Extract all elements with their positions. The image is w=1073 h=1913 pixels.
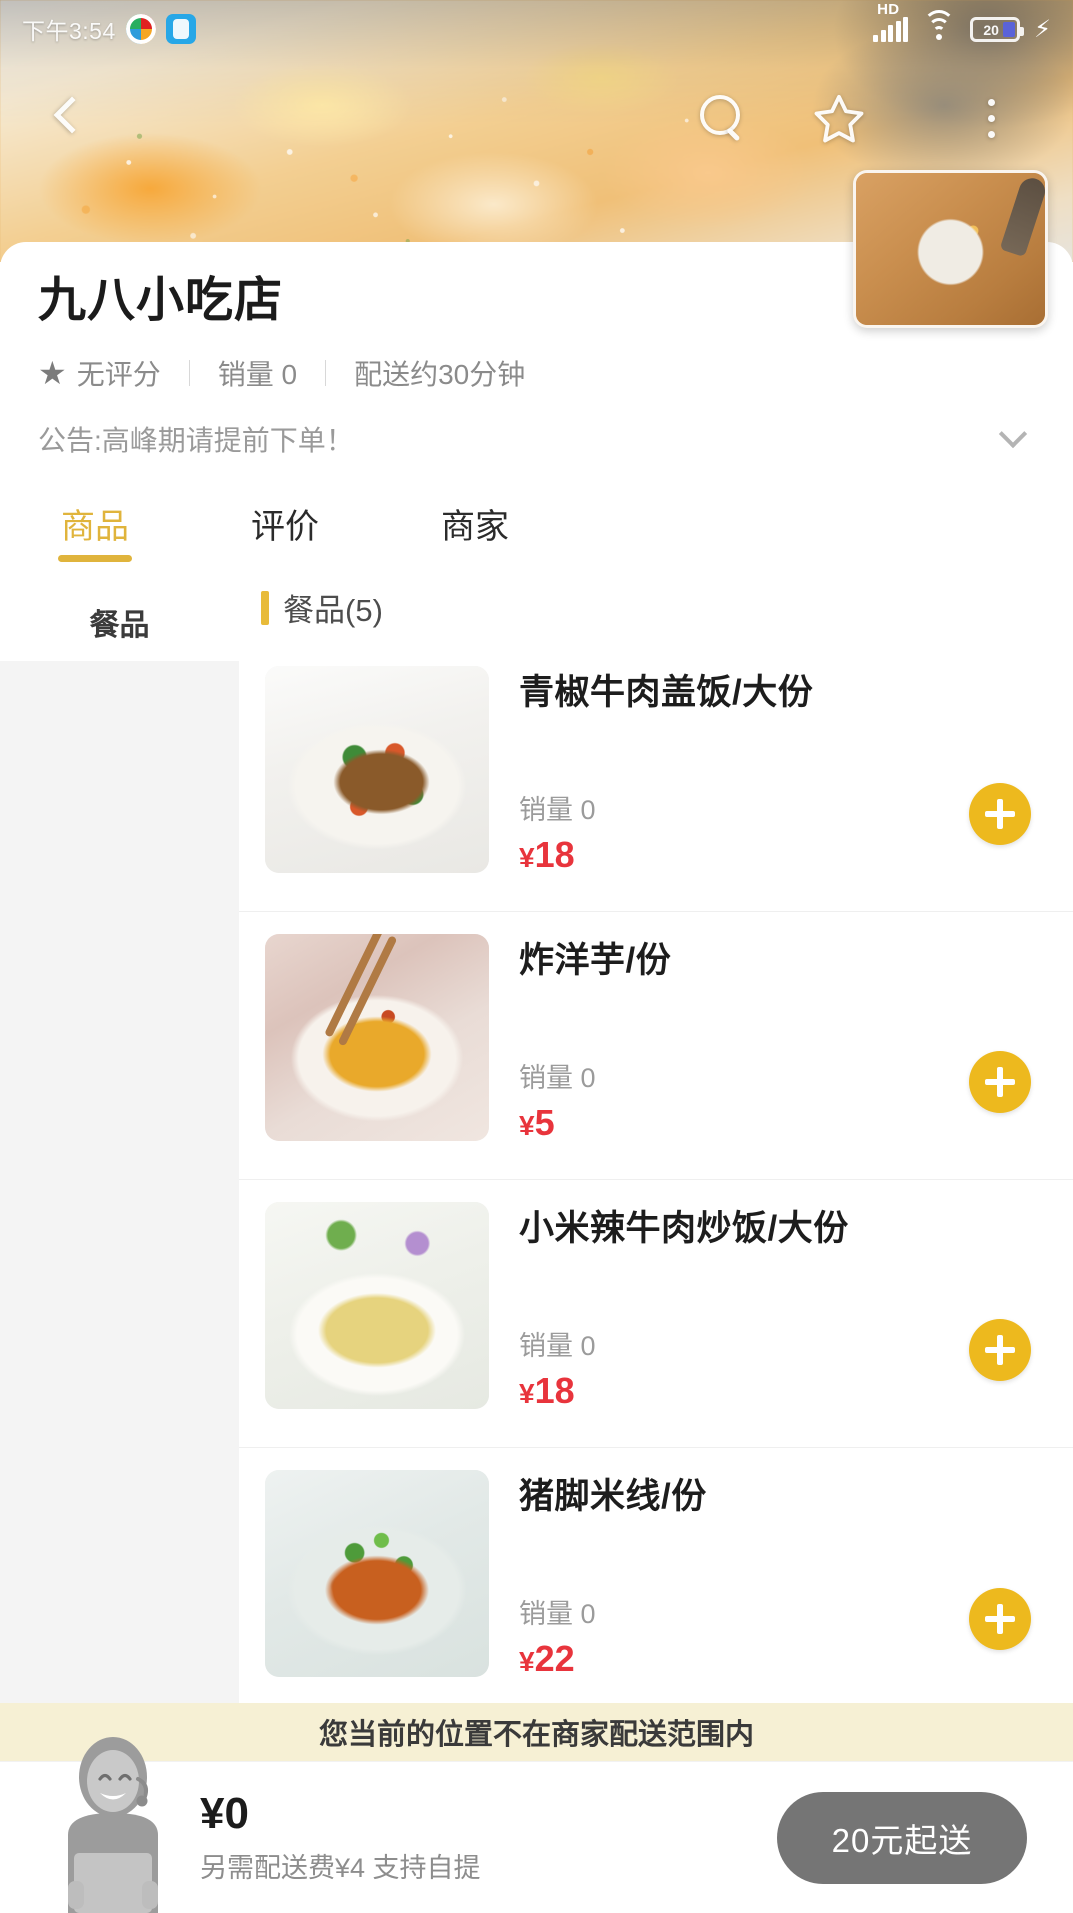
add-to-cart-button[interactable] [969,1588,1031,1650]
back-chevron-icon[interactable] [44,80,100,150]
tab-merchant-label: 商家 [441,508,509,546]
cart-summary: ¥0 另需配送费¥4 支持自提 [200,1788,481,1885]
signal-bars [873,17,909,42]
notice-text: 公告:高峰期请提前下单！ [38,424,354,456]
courier-icon [68,1737,158,1913]
sidebar-item-label: 餐品 [89,609,150,642]
cart-total: ¥0 [200,1788,249,1838]
battery-percent: 20 [983,21,999,38]
shop-notice[interactable]: 公告:高峰期请提前下单！ [38,419,1035,481]
menu-item-image [265,1470,489,1677]
category-accent-bar [261,590,269,625]
shop-sales: 销量 0 [217,358,298,390]
menu-item-info: 猪脚米线/份 销量 0 ¥22 [489,1470,1043,1677]
shop-logo[interactable] [853,170,1048,328]
add-to-cart-button[interactable] [969,1319,1031,1381]
menu-item-sales: 销量 0 [519,795,596,825]
shop-meta: ★ 无评分 销量 0 配送约30分钟 [38,353,1035,393]
alert-text: 您当前的位置不在商家配送范围内 [318,1719,754,1751]
currency-symbol: ¥ [519,1110,535,1141]
price-value: 18 [534,1370,575,1411]
menu-item[interactable]: 猪脚米线/份 销量 0 ¥22 [239,1448,1073,1716]
chevron-down-icon[interactable] [998,419,1028,448]
price-value: 22 [534,1638,575,1679]
menu-item-sales: 销量 0 [519,1063,596,1093]
currency-symbol: ¥ [519,1378,535,1409]
menu-item-price: ¥5 [519,1105,1043,1141]
more-vertical-icon[interactable] [961,80,1021,156]
currency-symbol: ¥ [519,842,535,873]
add-to-cart-button[interactable] [969,783,1031,845]
meta-divider [188,359,190,386]
hd-label: HD [877,1,900,18]
menu-item-price: ¥18 [519,1373,1043,1409]
checkout-button-label: 20元起送 [831,1821,973,1859]
hero-nav [0,72,1073,162]
weibo-icon [125,14,156,44]
menu-item-name: 小米辣牛肉炒饭/大份 [519,1209,849,1248]
wifi-icon [922,10,956,42]
menu-item-image [265,934,489,1141]
search-icon[interactable] [685,80,757,152]
meta-divider [325,359,327,386]
sidebar-item-meals[interactable]: 餐品 [0,583,239,661]
tab-merchant[interactable]: 商家 [380,478,570,570]
shop-rating: 无评分 [76,358,161,390]
tab-bar: 商品 评价 商家 [0,477,1073,569]
menu-item-image [265,666,489,873]
shop-delivery-time: 配送约30分钟 [354,358,526,390]
rating-star-icon: ★ [38,354,67,391]
menu-item-name: 猪脚米线/份 [519,1477,707,1516]
sidebar-filler [0,661,239,1747]
content-area: 餐品 餐品(5) 青椒牛肉盖饭/大份 销量 0 ¥18 炸洋芋/份 销量 0 ¥… [0,569,1073,1747]
cart-subtext: 另需配送费¥4 支持自提 [200,1853,481,1884]
bolt-icon: ⚡ [1034,16,1051,43]
app-screen: 下午3:54 HD 20 ⚡ 九八小吃店 ★ 无评分 销量 0 配送约30分钟 … [0,0,1073,1913]
menu-item-info: 青椒牛肉盖饭/大份 销量 0 ¥18 [489,666,1043,873]
menu-item-sales: 销量 0 [519,1331,596,1361]
status-bar-right: HD 20 ⚡ [873,1,1051,43]
menu-item[interactable]: 小米辣牛肉炒饭/大份 销量 0 ¥18 [239,1180,1073,1448]
star-icon[interactable] [801,80,877,156]
checkout-button[interactable]: 20元起送 [777,1791,1027,1884]
category-title: 餐品(5) [283,593,383,628]
menu-item-name: 青椒牛肉盖饭/大份 [519,673,814,712]
menu-item[interactable]: 炸洋芋/份 销量 0 ¥5 [239,912,1073,1180]
tab-products-label: 商品 [61,508,129,546]
tab-reviews[interactable]: 评价 [190,478,380,570]
battery-icon: 20 [970,17,1025,42]
add-to-cart-button[interactable] [969,1051,1031,1113]
status-bar: 下午3:54 HD 20 ⚡ [0,0,1073,58]
menu-item-sales: 销量 0 [519,1599,596,1629]
menu-item-info: 炸洋芋/份 销量 0 ¥5 [489,934,1043,1141]
currency-symbol: ¥ [519,1646,535,1677]
status-bar-left: 下午3:54 [22,12,196,46]
menu-item-name: 炸洋芋/份 [519,941,672,980]
price-value: 18 [534,834,575,875]
tab-products[interactable]: 商品 [0,478,190,570]
menu-item-price: ¥18 [519,837,1043,873]
alipay-icon [165,14,196,44]
menu-item-price: ¥22 [519,1641,1043,1677]
category-header: 餐品(5) [239,569,1073,644]
menu-list: 餐品(5) 青椒牛肉盖饭/大份 销量 0 ¥18 炸洋芋/份 销量 0 ¥5 小… [239,569,1073,1747]
menu-item[interactable]: 青椒牛肉盖饭/大份 销量 0 ¥18 [239,644,1073,912]
status-time: 下午3:54 [22,18,116,44]
signal-icon: HD [873,1,909,42]
battery-fill [1003,22,1016,37]
category-sidebar: 餐品 [0,569,239,1747]
menu-item-image [265,1202,489,1409]
price-value: 5 [534,1102,555,1143]
menu-item-info: 小米辣牛肉炒饭/大份 销量 0 ¥18 [489,1202,1043,1409]
tab-reviews-label: 评价 [251,508,319,546]
